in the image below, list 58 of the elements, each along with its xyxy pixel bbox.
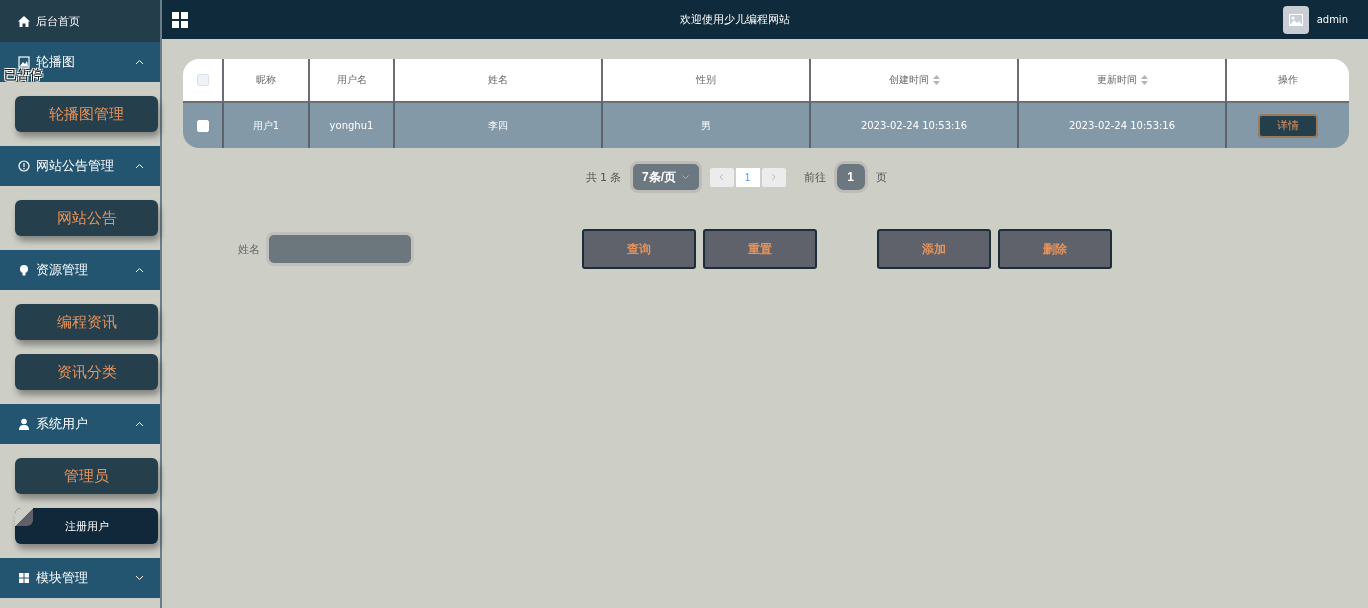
table-cell: 2023-02-24 10:53:16 xyxy=(1017,101,1225,148)
info-icon xyxy=(18,160,30,172)
search-action-button[interactable]: 重置 xyxy=(703,229,817,269)
menu-group-header[interactable]: 资源管理 xyxy=(0,250,160,290)
avatar-image-icon[interactable] xyxy=(1282,5,1309,34)
chevron-up-icon[interactable] xyxy=(135,59,144,65)
chevron-right-icon xyxy=(771,173,776,181)
column-header[interactable]: 更新时间 xyxy=(1017,59,1225,101)
column-header: 用户名 xyxy=(308,59,393,101)
submenu-button[interactable]: 轮播图管理 xyxy=(15,96,158,132)
menu-icon[interactable] xyxy=(172,11,188,28)
page-suffix: 页 xyxy=(875,169,887,185)
name-label: 姓名 xyxy=(238,241,260,257)
table-cell: 李四 xyxy=(393,101,601,148)
name-input-field[interactable] xyxy=(266,232,414,266)
chevron-up-icon[interactable] xyxy=(135,421,144,427)
total-count: 共 1 条 xyxy=(585,169,622,185)
goto-label: 前往 xyxy=(803,169,826,185)
chevron-down-icon[interactable] xyxy=(135,575,144,581)
details-button[interactable]: 详情 xyxy=(1258,113,1318,138)
submenu-button[interactable]: 资讯分类 xyxy=(15,354,158,390)
submenu-button[interactable]: 编程资讯 xyxy=(15,304,158,340)
user-icon xyxy=(18,418,30,430)
image-icon xyxy=(18,56,30,68)
chevron-up-icon[interactable] xyxy=(135,163,144,169)
table-cell: yonghu1 xyxy=(308,101,393,148)
home-icon xyxy=(18,15,30,27)
search-action-button[interactable]: 查询 xyxy=(582,229,696,269)
submenu-button[interactable]: 网站公告 xyxy=(15,200,158,236)
page-size-select[interactable]: 7条/页 xyxy=(629,161,702,193)
column-header: 性别 xyxy=(601,59,809,101)
menu-group-header[interactable]: 模块管理 xyxy=(0,558,160,598)
submenu-button[interactable]: 管理员 xyxy=(15,458,158,494)
chevron-up-icon[interactable] xyxy=(135,267,144,273)
edit-action-button[interactable]: 删除 xyxy=(998,229,1112,269)
column-header: 操作 xyxy=(1225,59,1349,101)
row-checkbox[interactable] xyxy=(196,119,209,132)
user-name[interactable]: admin xyxy=(1316,14,1348,25)
submenu-button[interactable]: 注册用户 xyxy=(15,508,158,544)
menu-group-header[interactable]: 系统用户 xyxy=(0,404,160,444)
table-cell: 用户1 xyxy=(222,101,308,148)
chevron-left-icon xyxy=(719,173,724,181)
chevron-down-icon xyxy=(682,175,689,179)
bulb-icon xyxy=(18,264,30,276)
paused-label: 已暂停 xyxy=(4,67,43,84)
column-header: 昵称 xyxy=(222,59,308,101)
column-header[interactable]: 创建时间 xyxy=(809,59,1017,101)
select-all-checkbox[interactable] xyxy=(196,74,209,86)
table-cell: 2023-02-24 10:53:16 xyxy=(809,101,1017,148)
column-header: 姓名 xyxy=(393,59,601,101)
page-number[interactable]: 1 xyxy=(735,167,760,187)
edit-action-button[interactable]: 添加 xyxy=(877,229,991,269)
table-cell: 男 xyxy=(601,101,809,148)
site-title: 欢迎使用少儿编程网站 xyxy=(679,12,792,27)
home-menu-item[interactable]: 后台首页 xyxy=(0,0,160,42)
grid-icon xyxy=(18,572,30,584)
menu-group-header[interactable]: 网站公告管理 xyxy=(0,146,160,186)
goto-page-field[interactable]: 1 xyxy=(833,161,868,193)
